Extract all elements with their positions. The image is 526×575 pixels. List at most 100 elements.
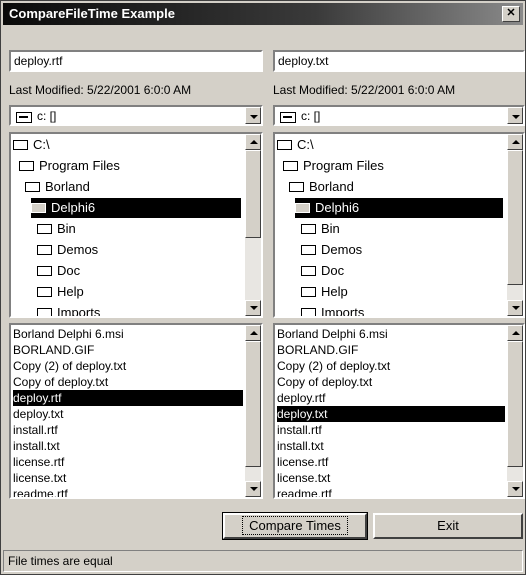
folder-item[interactable]: C:\ bbox=[277, 135, 503, 155]
folder-icon bbox=[301, 308, 316, 316]
left-file-list[interactable]: Borland Delphi 6.msi BORLAND.GIF Copy (2) … bbox=[9, 323, 263, 499]
chevron-down-icon bbox=[512, 115, 520, 119]
arrow-down-icon bbox=[512, 306, 520, 310]
left-file-scrollbar[interactable] bbox=[245, 325, 261, 497]
file-item[interactable]: readme.rtf bbox=[13, 486, 243, 497]
folder-item[interactable]: Imports bbox=[37, 303, 241, 318]
left-drive-dropdown-button[interactable] bbox=[245, 107, 261, 124]
drive-icon bbox=[16, 112, 32, 123]
right-last-modified: Last Modified: 5/22/2001 6:0:0 AM bbox=[273, 83, 456, 97]
folder-item[interactable]: C:\ bbox=[13, 135, 241, 155]
scroll-up-button[interactable] bbox=[245, 134, 261, 150]
folder-icon bbox=[37, 245, 52, 255]
drive-icon bbox=[280, 112, 296, 123]
file-item[interactable]: license.txt bbox=[13, 470, 243, 486]
folder-icon bbox=[37, 287, 52, 297]
folder-item[interactable]: Doc bbox=[301, 261, 503, 281]
chevron-down-icon bbox=[250, 115, 258, 119]
folder-label: Help bbox=[321, 284, 348, 299]
right-folder-list[interactable]: C:\ Program Files Borland Delphi6 Bin Demos Do… bbox=[273, 132, 525, 318]
file-item[interactable]: install.txt bbox=[13, 438, 243, 454]
folder-icon bbox=[37, 224, 52, 234]
folder-item[interactable]: Imports bbox=[301, 303, 503, 316]
folder-item[interactable]: Demos bbox=[37, 240, 241, 260]
left-last-modified: Last Modified: 5/22/2001 6:0:0 AM bbox=[9, 83, 192, 97]
close-button[interactable]: ✕ bbox=[502, 6, 520, 22]
folder-item[interactable]: Bin bbox=[37, 219, 241, 239]
folder-item[interactable]: Help bbox=[37, 282, 241, 302]
left-folder-scrollbar[interactable] bbox=[245, 134, 261, 316]
folder-item[interactable]: Program Files bbox=[19, 156, 241, 176]
compare-times-label: Compare Times bbox=[242, 516, 348, 535]
right-folder-scrollbar[interactable] bbox=[507, 134, 523, 316]
scroll-down-button[interactable] bbox=[507, 481, 523, 497]
file-item[interactable]: Copy (2) of deploy.txt bbox=[13, 358, 243, 374]
folder-item[interactable]: Delphi6 bbox=[295, 198, 503, 218]
right-drive-dropdown-button[interactable] bbox=[507, 107, 523, 124]
right-file-list[interactable]: Borland Delphi 6.msi BORLAND.GIF Copy (2) … bbox=[273, 323, 525, 499]
folder-label: Delphi6 bbox=[315, 200, 360, 215]
status-bar: File times are equal bbox=[3, 550, 523, 572]
folder-label: Help bbox=[57, 284, 84, 299]
file-item[interactable]: Copy (2) of deploy.txt bbox=[277, 358, 505, 374]
file-item[interactable]: license.txt bbox=[277, 470, 505, 486]
folder-item[interactable]: Delphi6 bbox=[31, 198, 241, 218]
file-item[interactable]: install.rtf bbox=[13, 422, 243, 438]
left-drive-label: c: [] bbox=[37, 109, 57, 123]
folder-item[interactable]: Demos bbox=[301, 240, 503, 260]
file-item[interactable]: BORLAND.GIF bbox=[13, 342, 243, 358]
file-item[interactable]: Borland Delphi 6.msi bbox=[277, 326, 505, 342]
scroll-up-button[interactable] bbox=[245, 325, 261, 341]
compare-times-button[interactable]: Compare Times bbox=[222, 512, 368, 540]
file-item[interactable]: deploy.rtf bbox=[277, 390, 505, 406]
folder-item[interactable]: Bin bbox=[301, 219, 503, 239]
file-item[interactable]: deploy.rtf bbox=[13, 390, 243, 406]
scroll-thumb[interactable] bbox=[245, 150, 261, 238]
scroll-down-button[interactable] bbox=[507, 300, 523, 316]
folder-icon bbox=[301, 224, 316, 234]
scroll-down-button[interactable] bbox=[245, 300, 261, 316]
folder-open-icon bbox=[31, 203, 46, 213]
file-item[interactable]: deploy.txt bbox=[277, 406, 505, 422]
folder-label: Demos bbox=[321, 242, 363, 257]
folder-item[interactable]: Program Files bbox=[283, 156, 503, 176]
file-item[interactable]: license.rtf bbox=[13, 454, 243, 470]
file-item[interactable]: deploy.txt bbox=[13, 406, 243, 422]
right-filename-field[interactable]: deploy.txt bbox=[273, 50, 525, 72]
scroll-up-button[interactable] bbox=[507, 134, 523, 150]
right-file-scrollbar[interactable] bbox=[507, 325, 523, 497]
file-item[interactable]: Copy of deploy.txt bbox=[13, 374, 243, 390]
folder-label: Bin bbox=[321, 221, 340, 236]
file-item[interactable]: Borland Delphi 6.msi bbox=[13, 326, 243, 342]
folder-item[interactable]: Borland bbox=[25, 177, 241, 197]
scroll-thumb[interactable] bbox=[245, 341, 261, 467]
folder-label: Imports bbox=[57, 305, 101, 318]
folder-label: C:\ bbox=[297, 137, 314, 152]
file-item[interactable]: BORLAND.GIF bbox=[277, 342, 505, 358]
file-item[interactable]: license.rtf bbox=[277, 454, 505, 470]
left-folder-list[interactable]: C:\ Program Files Borland Delphi6 Bin Demos Do… bbox=[9, 132, 263, 318]
left-filename-field[interactable]: deploy.rtf bbox=[9, 50, 263, 72]
file-item[interactable]: Copy of deploy.txt bbox=[277, 374, 505, 390]
title-bar[interactable]: CompareFileTime Example ✕ bbox=[3, 3, 523, 25]
exit-button[interactable]: Exit bbox=[373, 513, 523, 539]
folder-icon bbox=[37, 266, 52, 276]
scroll-down-button[interactable] bbox=[245, 481, 261, 497]
folder-item[interactable]: Help bbox=[301, 282, 503, 302]
scroll-thumb[interactable] bbox=[507, 150, 523, 285]
right-drive-label: c: [] bbox=[301, 109, 321, 123]
left-drive-combo[interactable]: c: [] bbox=[9, 105, 263, 126]
folder-label: Program Files bbox=[39, 158, 120, 173]
folder-item[interactable]: Doc bbox=[37, 261, 241, 281]
folder-item[interactable]: Borland bbox=[289, 177, 503, 197]
file-item[interactable]: readme.rtf bbox=[277, 486, 505, 497]
scroll-up-button[interactable] bbox=[507, 325, 523, 341]
file-item[interactable]: install.txt bbox=[277, 438, 505, 454]
right-drive-combo[interactable]: c: [] bbox=[273, 105, 525, 126]
folder-label: Delphi6 bbox=[51, 200, 96, 215]
folder-open-icon bbox=[289, 182, 304, 192]
file-item[interactable]: install.rtf bbox=[277, 422, 505, 438]
scroll-thumb[interactable] bbox=[507, 341, 523, 467]
folder-open-icon bbox=[277, 140, 292, 150]
arrow-down-icon bbox=[250, 306, 258, 310]
